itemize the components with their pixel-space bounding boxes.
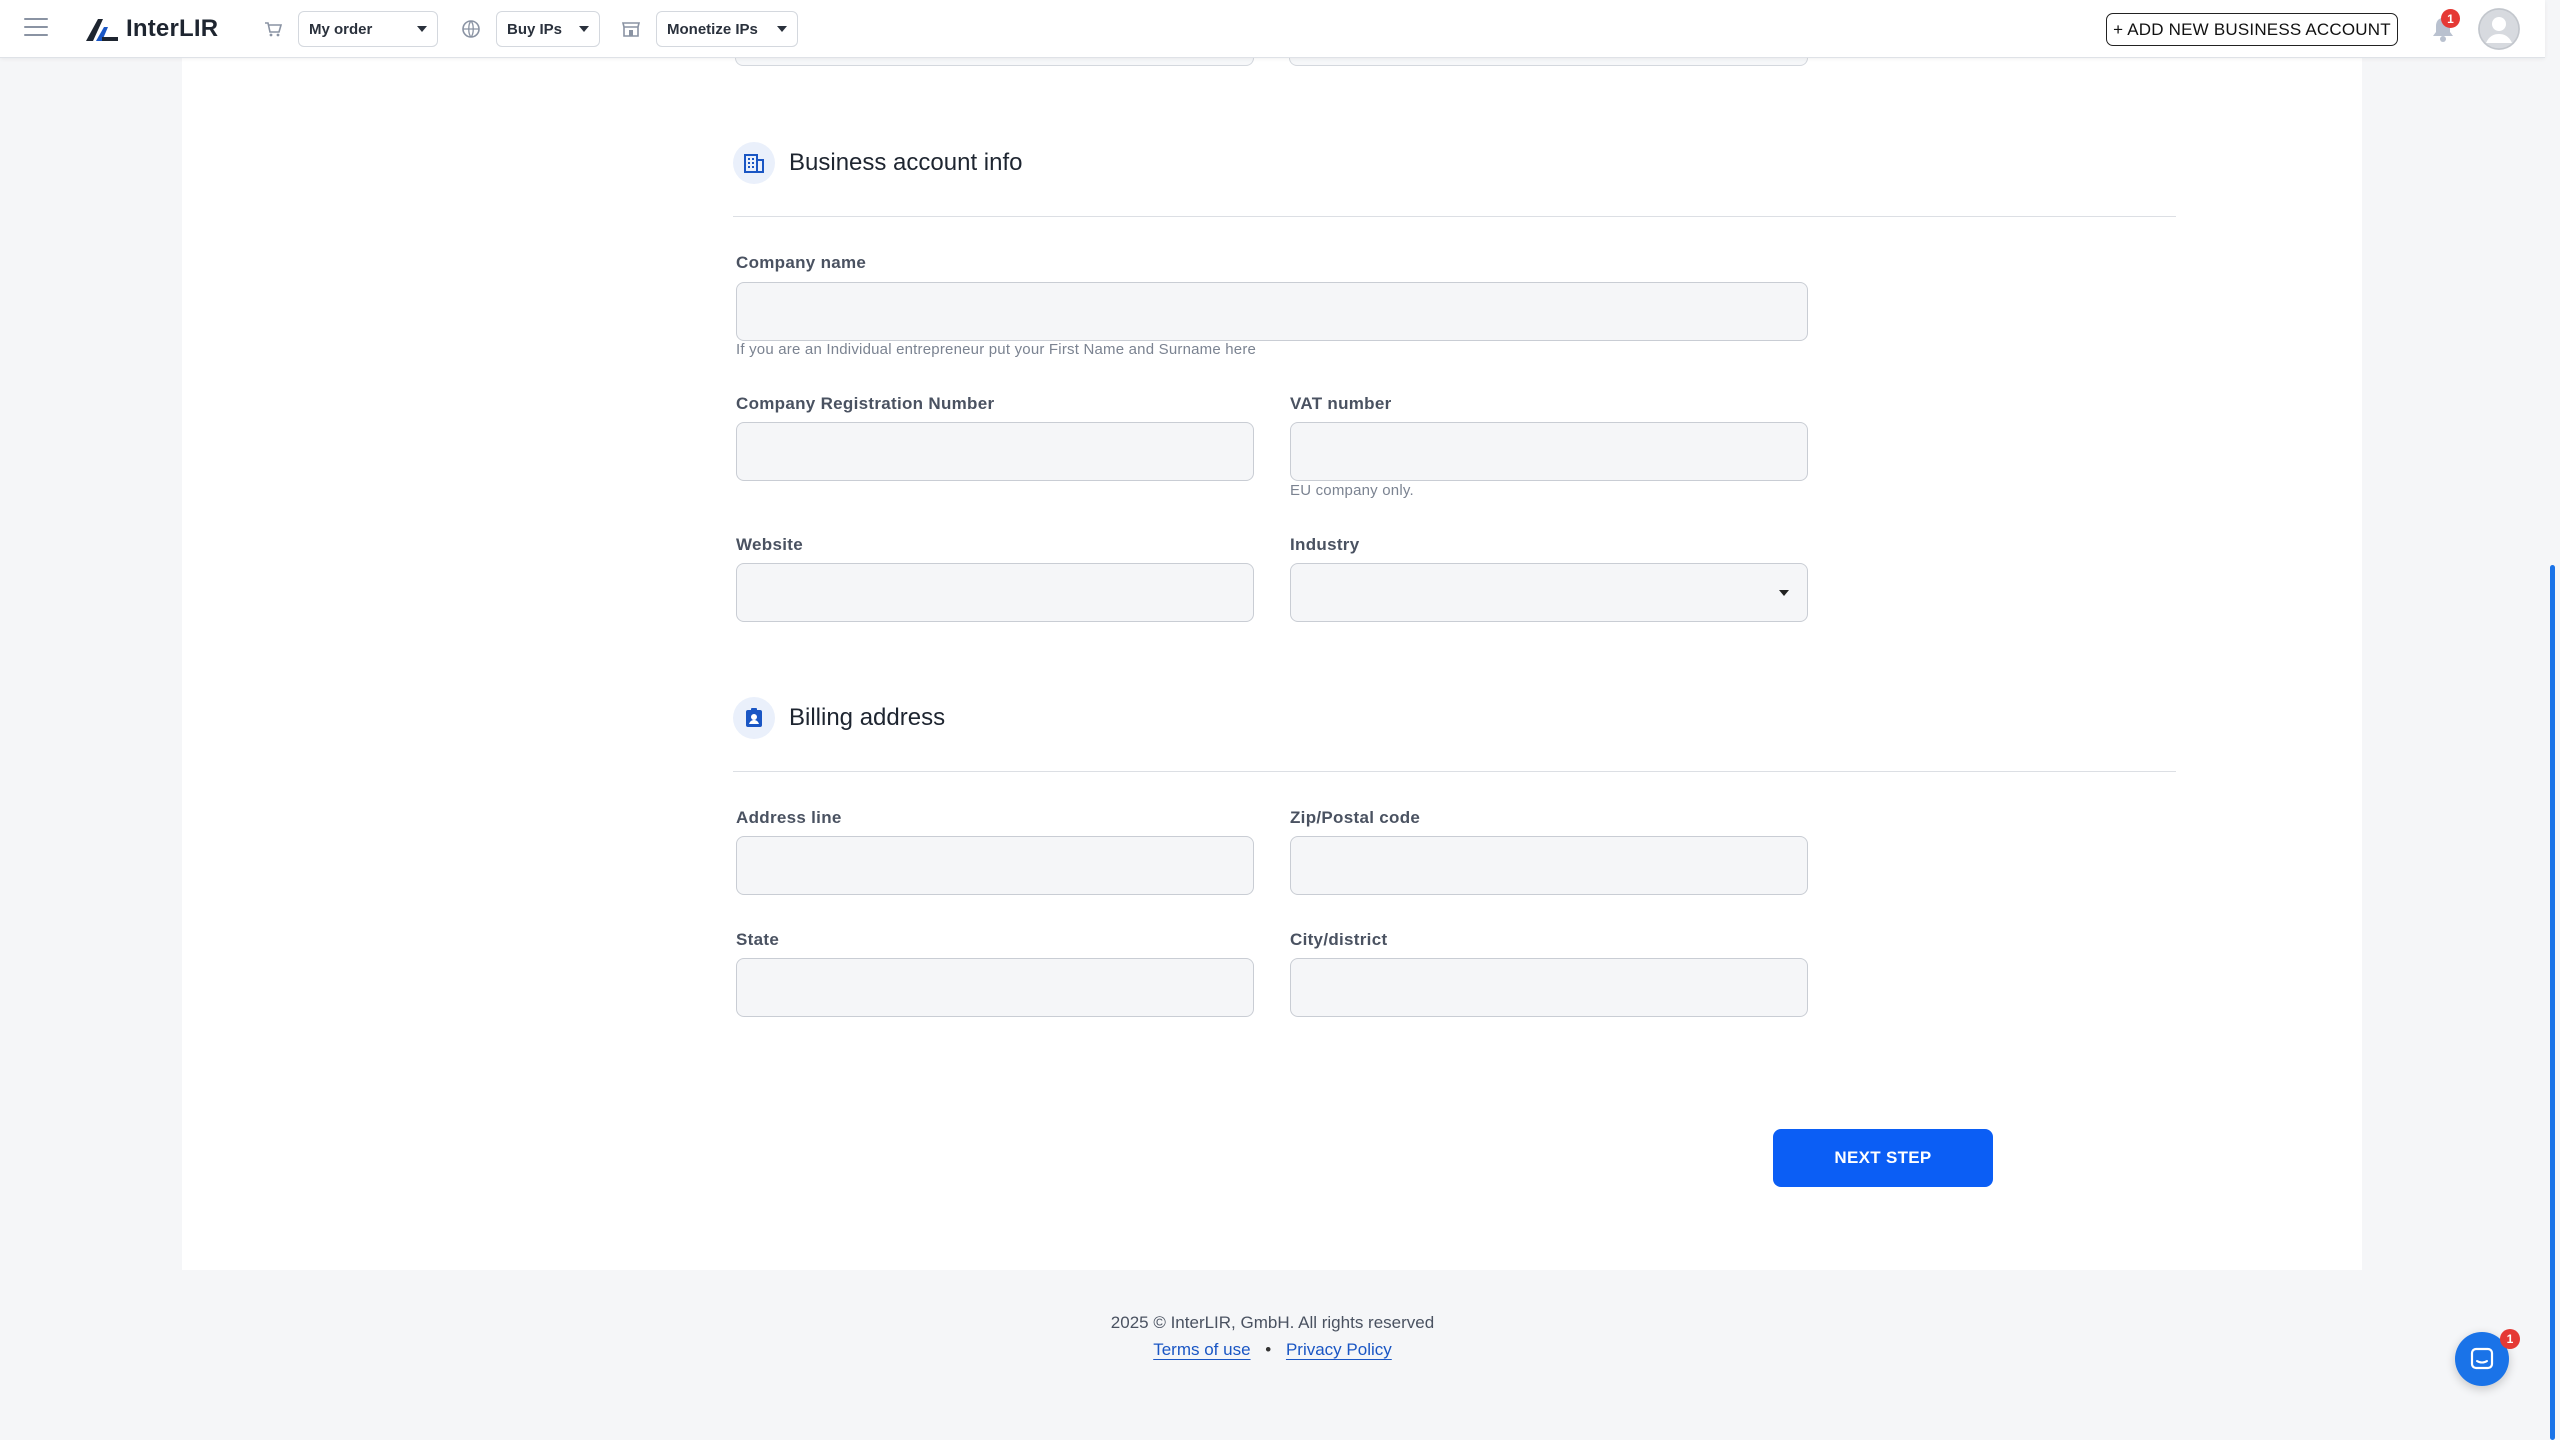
city-input[interactable] xyxy=(1290,958,1808,1017)
registration-number-input[interactable] xyxy=(736,422,1254,481)
interlir-logo-icon xyxy=(86,19,118,41)
chevron-down-icon xyxy=(417,26,427,32)
industry-select[interactable] xyxy=(1290,563,1808,622)
vat-number-input[interactable] xyxy=(1290,422,1808,481)
billing-section-header: Billing address xyxy=(733,697,945,739)
notification-badge: 1 xyxy=(2441,9,2460,28)
section-divider xyxy=(733,771,2176,772)
chat-badge: 1 xyxy=(2500,1329,2520,1349)
chevron-down-icon xyxy=(1779,590,1789,596)
vat-number-label: VAT number xyxy=(1290,394,1392,413)
buy-ips-label: Buy IPs xyxy=(507,20,563,38)
my-order-label: My order xyxy=(309,20,373,38)
logo-text: InterLIR xyxy=(126,15,219,42)
store-icon xyxy=(620,18,642,40)
address-line-label: Address line xyxy=(736,808,842,827)
section-title: Business account info xyxy=(789,149,1023,176)
nav-my-order: My order xyxy=(262,11,438,47)
privacy-policy-link[interactable]: Privacy Policy xyxy=(1286,1340,1392,1359)
buy-ips-dropdown[interactable]: Buy IPs xyxy=(496,11,600,47)
terms-of-use-link[interactable]: Terms of use xyxy=(1153,1340,1250,1359)
monetize-ips-label: Monetize IPs xyxy=(667,20,758,38)
footer-links: Terms of use • Privacy Policy xyxy=(0,1340,2545,1360)
footer-separator: • xyxy=(1265,1340,1272,1359)
zip-code-label: Zip/Postal code xyxy=(1290,808,1421,827)
monetize-ips-dropdown[interactable]: Monetize IPs xyxy=(656,11,798,47)
nav-monetize-ips: Monetize IPs xyxy=(620,11,798,47)
address-line-input[interactable] xyxy=(736,836,1254,895)
website-input[interactable] xyxy=(736,563,1254,622)
vat-number-hint: EU company only. xyxy=(1290,482,1414,499)
state-label: State xyxy=(736,930,780,949)
building-icon xyxy=(733,142,775,184)
add-business-account-button[interactable]: + ADD NEW BUSINESS ACCOUNT xyxy=(2106,13,2398,46)
copyright-text: 2025 © InterLIR, GmbH. All rights reserv… xyxy=(1110,1313,1435,1332)
next-step-button[interactable]: NEXT STEP xyxy=(1773,1129,1993,1187)
company-name-label: Company name xyxy=(736,253,867,272)
registration-number-label: Company Registration Number xyxy=(736,394,995,413)
top-bar: InterLIR My order Buy IPs Monetize IPs +… xyxy=(0,0,2545,58)
industry-label: Industry xyxy=(1290,535,1360,554)
business-section-header: Business account info xyxy=(733,142,1022,184)
menu-icon[interactable] xyxy=(24,18,48,38)
zip-code-input[interactable] xyxy=(1290,836,1808,895)
logo[interactable]: InterLIR xyxy=(84,13,218,45)
section-divider xyxy=(733,216,2176,217)
avatar[interactable] xyxy=(2478,8,2520,50)
scrollbar-thumb[interactable] xyxy=(2550,565,2555,1440)
chevron-down-icon xyxy=(579,26,589,32)
company-name-hint: If you are an Individual entrepreneur pu… xyxy=(736,341,1257,358)
section-title: Billing address xyxy=(789,704,946,731)
contact-card-icon xyxy=(733,697,775,739)
nav-buy-ips: Buy IPs xyxy=(460,11,600,47)
city-label: City/district xyxy=(1290,930,1388,949)
my-order-dropdown[interactable]: My order xyxy=(298,11,438,47)
cart-icon xyxy=(262,18,284,40)
chevron-down-icon xyxy=(777,26,787,32)
company-name-input[interactable] xyxy=(736,282,1808,341)
state-input[interactable] xyxy=(736,958,1254,1017)
website-label: Website xyxy=(736,535,803,554)
globe-icon xyxy=(460,18,482,40)
form-card: Business account info Company name If yo… xyxy=(182,0,2362,1270)
